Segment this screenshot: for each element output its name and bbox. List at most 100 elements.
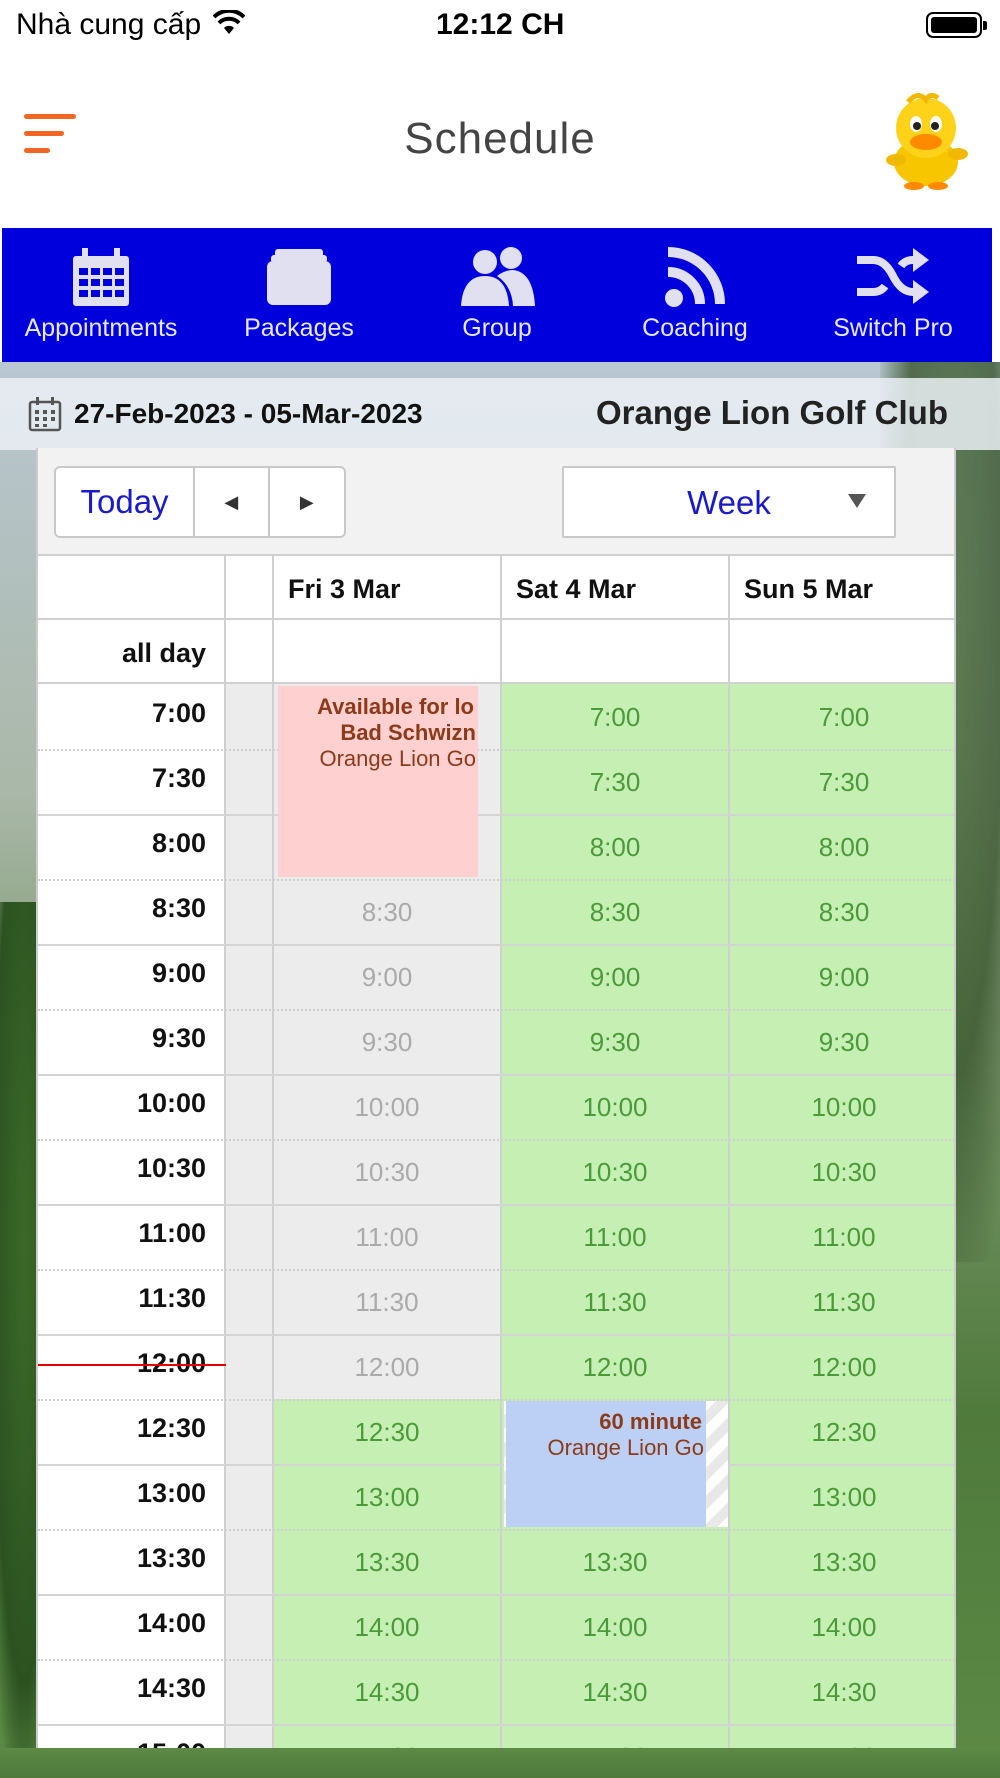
time-slot-fri[interactable]: 15:00 (274, 1724, 502, 1748)
time-gutter (226, 944, 274, 1009)
calendar-event[interactable]: 60 minute Orange Lion Go (506, 1401, 706, 1527)
time-gutter (226, 1464, 274, 1529)
time-slot-sun[interactable]: 13:30 (730, 1529, 954, 1594)
time-slot-fri[interactable]: 8:30 (274, 879, 502, 944)
time-slot-sat[interactable]: 14:00 (502, 1594, 730, 1659)
time-slot-sun[interactable]: 12:00 (730, 1334, 954, 1399)
gutter-header (226, 556, 274, 618)
next-week-button[interactable]: ▶ (270, 468, 344, 536)
slot-divider (38, 1074, 954, 1076)
background-footer (0, 1748, 1000, 1778)
tab-label: Switch Pro (833, 314, 953, 342)
time-row: 12:30 12:30 12:30 (38, 1399, 954, 1464)
time-slot-fri[interactable]: 12:30 (274, 1399, 502, 1464)
all-day-cell-sun[interactable] (730, 620, 954, 682)
time-slot-sun[interactable]: 9:30 (730, 1009, 954, 1074)
time-slot-fri[interactable]: 13:30 (274, 1529, 502, 1594)
calendar-event[interactable]: Available for lo Bad Schwizn Orange Lion G… (278, 686, 478, 877)
slot-divider (38, 814, 954, 816)
day-header-sat[interactable]: Sat 4 Mar (502, 556, 730, 618)
time-slot-fri[interactable]: 9:00 (274, 944, 502, 1009)
time-slot-sun[interactable]: 13:00 (730, 1464, 954, 1529)
time-slot-fri[interactable]: 13:00 (274, 1464, 502, 1529)
time-row: 7:00 7:00 7:00 (38, 684, 954, 749)
page-title: Schedule (404, 114, 596, 163)
time-label: 11:30 (38, 1269, 226, 1334)
time-slot-sun[interactable]: 10:30 (730, 1139, 954, 1204)
time-gutter (226, 1399, 274, 1464)
time-slot-fri[interactable]: 14:00 (274, 1594, 502, 1659)
time-slot-sat[interactable]: 10:30 (502, 1139, 730, 1204)
event-line-2: Bad Schwizn (340, 720, 476, 745)
all-day-label: all day (38, 620, 226, 682)
tab-packages[interactable]: Packages (200, 228, 398, 362)
time-slot-sat[interactable]: 11:00 (502, 1204, 730, 1269)
time-slot-sun[interactable]: 8:30 (730, 879, 954, 944)
clock: 12:12 CH (436, 8, 565, 41)
time-slot-sat[interactable]: 9:00 (502, 944, 730, 1009)
slot-divider (38, 1399, 954, 1401)
all-day-cell-fri[interactable] (274, 620, 502, 682)
all-day-cell-sat[interactable] (502, 620, 730, 682)
wifi-icon (212, 8, 246, 44)
time-label: 13:00 (38, 1464, 226, 1529)
time-row: 7:30 7:30 7:30 (38, 749, 954, 814)
time-slot-sat[interactable]: 12:00 (502, 1334, 730, 1399)
time-slot-sat[interactable]: 7:30 (502, 749, 730, 814)
tab-switch-pro[interactable]: Switch Pro (794, 228, 992, 362)
day-header-row: Fri 3 Mar Sat 4 Mar Sun 5 Mar (38, 554, 954, 620)
time-row: 8:30 8:30 8:30 8:30 (38, 879, 954, 944)
time-slot-sat[interactable]: 13:30 (502, 1529, 730, 1594)
time-slot-sun[interactable]: 9:00 (730, 944, 954, 1009)
time-slot-sun[interactable]: 8:00 (730, 814, 954, 879)
time-slot-sat[interactable]: 15:00 (502, 1724, 730, 1748)
tab-label: Appointments (24, 314, 178, 342)
time-slot-sun[interactable]: 7:00 (730, 684, 954, 749)
duck-avatar[interactable] (878, 90, 974, 190)
time-slot-fri[interactable]: 10:30 (274, 1139, 502, 1204)
tab-group[interactable]: Group (398, 228, 596, 362)
time-label: 15:00 (38, 1724, 226, 1748)
today-button[interactable]: Today (56, 468, 196, 536)
view-select-value: Week (687, 484, 771, 521)
time-slot-sun[interactable]: 14:30 (730, 1659, 954, 1724)
time-slot-sat[interactable]: 8:00 (502, 814, 730, 879)
tab-coaching[interactable]: Coaching (596, 228, 794, 362)
time-slot-fri[interactable]: 12:00 (274, 1334, 502, 1399)
time-row: 13:00 13:00 13:00 (38, 1464, 954, 1529)
time-slot-fri[interactable]: 9:30 (274, 1009, 502, 1074)
time-slot-sun[interactable]: 11:00 (730, 1204, 954, 1269)
group-icon (457, 246, 537, 308)
time-slot-sat[interactable]: 11:30 (502, 1269, 730, 1334)
time-slot-sun[interactable]: 7:30 (730, 749, 954, 814)
day-header-sun[interactable]: Sun 5 Mar (730, 556, 954, 618)
slot-divider (38, 1724, 954, 1726)
event-line-2: Orange Lion Go (547, 1435, 704, 1460)
view-select[interactable]: Week (562, 466, 896, 538)
folder-icon (259, 246, 339, 308)
time-gutter (226, 1139, 274, 1204)
time-slot-sun[interactable]: 11:30 (730, 1269, 954, 1334)
time-gutter (226, 684, 274, 749)
time-slot-fri[interactable]: 10:00 (274, 1074, 502, 1139)
time-slot-fri[interactable]: 14:30 (274, 1659, 502, 1724)
time-row: 8:00 8:00 8:00 (38, 814, 954, 879)
calendar-icon[interactable] (28, 396, 62, 437)
time-slot-sat[interactable]: 14:30 (502, 1659, 730, 1724)
prev-week-button[interactable]: ◀ (195, 468, 270, 536)
time-slot-sat[interactable]: 9:30 (502, 1009, 730, 1074)
date-range-bar: 27-Feb-2023 - 05-Mar-2023 Orange Lion Go… (0, 378, 1000, 450)
time-slot-sun[interactable]: 12:30 (730, 1399, 954, 1464)
time-slot-sat[interactable]: 10:00 (502, 1074, 730, 1139)
day-header-fri[interactable]: Fri 3 Mar (274, 556, 502, 618)
time-label: 8:00 (38, 814, 226, 879)
time-slot-sun[interactable]: 14:00 (730, 1594, 954, 1659)
time-slot-sun[interactable]: 15:00 (730, 1724, 954, 1748)
time-slot-sat[interactable]: 8:30 (502, 879, 730, 944)
time-slot-fri[interactable]: 11:30 (274, 1269, 502, 1334)
tab-appointments[interactable]: Appointments (2, 228, 200, 362)
time-slot-sun[interactable]: 10:00 (730, 1074, 954, 1139)
time-slot-sat[interactable]: 7:00 (502, 684, 730, 749)
time-label: 12:30 (38, 1399, 226, 1464)
time-slot-fri[interactable]: 11:00 (274, 1204, 502, 1269)
